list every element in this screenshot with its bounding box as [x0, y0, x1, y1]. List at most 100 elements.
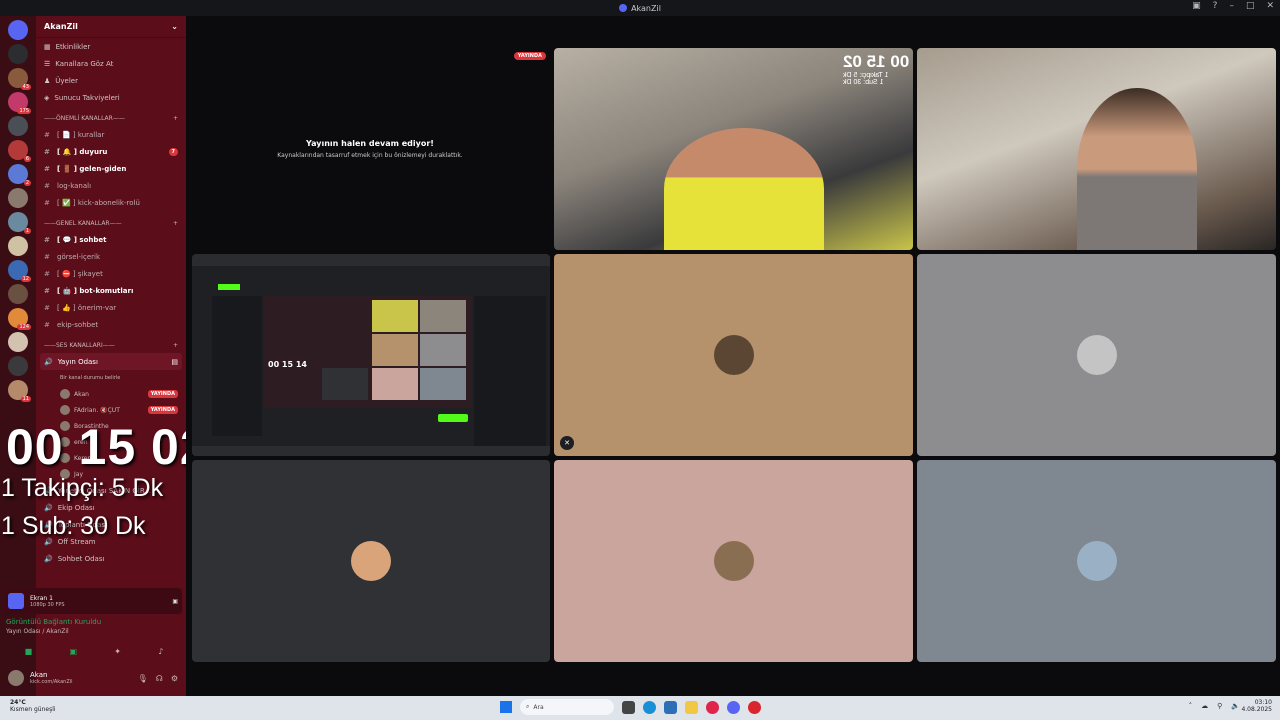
participant-tile-2[interactable]: [917, 254, 1276, 456]
stream-tile-paused[interactable]: YAYINDA Yayının halen devam ediyor! Kayn…: [190, 48, 550, 250]
soundboard-icon[interactable]: ♪: [158, 647, 163, 656]
text-channel[interactable]: # log-kanalı: [36, 177, 186, 194]
stop-stream-icon[interactable]: ▣: [172, 598, 178, 605]
opera-icon[interactable]: [706, 700, 719, 714]
channel-name: [ 📄 ] kurallar: [57, 130, 105, 139]
edge-icon[interactable]: [643, 700, 656, 714]
mini-timer: 00 15 14: [268, 360, 307, 369]
cloud-icon[interactable]: ☁: [1201, 702, 1208, 710]
server-icon[interactable]: 1: [8, 212, 31, 234]
close-button[interactable]: ✕: [1266, 1, 1274, 11]
text-channel[interactable]: # ekip-sohbet: [36, 316, 186, 333]
menu-events[interactable]: ▦ Etkinlikler: [36, 38, 186, 55]
menu-browse-channels[interactable]: ☰ Kanallara Göz At: [36, 55, 186, 72]
menu-members[interactable]: ♟ Üyeler: [36, 72, 186, 89]
camera-icon[interactable]: ■: [25, 647, 33, 656]
server-icon[interactable]: [8, 116, 28, 136]
participant-tile-4[interactable]: [554, 460, 913, 662]
server-icon[interactable]: 11: [8, 380, 31, 402]
paused-subtitle: Kaynaklarından tasarruf etmek için bu ön…: [277, 152, 463, 159]
server-icon[interactable]: 124: [8, 308, 31, 330]
volume-icon[interactable]: 🔈: [1231, 702, 1240, 710]
chat-icon[interactable]: ▤: [171, 358, 178, 366]
webcam-tile-akan[interactable]: 00 15 02 1 Takipçi: 5 Dk 1 Sub: 30 Dk: [554, 48, 913, 250]
server-icon[interactable]: 43: [8, 68, 31, 90]
windows-taskbar: 24°C Kısmen güneşli ⌕ Ara ˄ ☁ ⚲ 🔈 03:10 …: [0, 696, 1280, 720]
list-icon: ☰: [44, 59, 51, 68]
maximize-button[interactable]: □: [1246, 1, 1255, 11]
screen-share-panel[interactable]: Ekran 1 1080p 30 FPS ▣: [4, 588, 182, 614]
store-icon[interactable]: [664, 700, 677, 714]
activities-icon[interactable]: ✦: [114, 647, 121, 656]
settings-gear-icon[interactable]: ⚙: [171, 674, 178, 683]
category-important[interactable]: ——ÖNEMLİ KANALLAR—— +: [36, 106, 186, 126]
explorer-icon[interactable]: [685, 700, 698, 714]
add-channel-icon[interactable]: +: [173, 115, 178, 122]
text-channel[interactable]: # [ 💬 ] sohbet: [36, 231, 186, 248]
server-icon[interactable]: 175: [8, 92, 31, 114]
inbox-icon[interactable]: ▣: [1192, 1, 1201, 11]
server-icon[interactable]: [8, 20, 28, 40]
text-channel[interactable]: # [ 🤖 ] bot-komutları: [36, 282, 186, 299]
category-general[interactable]: ——GENEL KANALLAR—— +: [36, 211, 186, 231]
chevron-down-icon[interactable]: ⌄: [171, 22, 178, 31]
text-channel[interactable]: # [ 🚪 ] gelen-giden: [36, 160, 186, 177]
server-icon[interactable]: [8, 188, 28, 208]
category-voice[interactable]: ——SES KANALLARI—— +: [36, 333, 186, 353]
server-icon[interactable]: [8, 332, 28, 352]
taskbar-search[interactable]: ⌕ Ara: [520, 699, 614, 715]
server-icon[interactable]: [8, 356, 28, 376]
text-channel[interactable]: # [ ✅ ] kick-abonelik-rolü: [36, 194, 186, 211]
avatar: [60, 405, 70, 415]
menu-boosts[interactable]: ◈ Sunucu Takviyeleri: [36, 89, 186, 106]
text-channel[interactable]: # görsel-içerik: [36, 248, 186, 265]
server-icon[interactable]: [8, 284, 28, 304]
user-panel: Akan kick.com/AkanZil 🎙 ☊ ⚙: [4, 664, 182, 692]
add-channel-icon[interactable]: +: [173, 220, 178, 227]
microphone-icon[interactable]: 🎙: [138, 674, 148, 683]
help-icon[interactable]: ?: [1213, 1, 1218, 11]
voice-user[interactable]: FAdrian. 🔇ÇUT YAYINDA: [36, 402, 186, 418]
server-icon[interactable]: 12: [8, 260, 31, 282]
participant-tile-3[interactable]: [192, 460, 550, 662]
voice-channel-name: Sohbet Odası: [57, 554, 105, 563]
participant-tile-1[interactable]: ✕: [554, 254, 913, 456]
text-channel[interactable]: # [ 🔔 ] duyuru 7: [36, 143, 186, 160]
channel-name: [ 💬 ] sohbet: [57, 235, 107, 244]
taskbar-clock[interactable]: 03:10 4.08.2025: [1241, 699, 1272, 713]
system-tray: ˄ ☁ ⚲ 🔈: [1189, 702, 1240, 710]
hash-icon: #: [44, 235, 50, 244]
server-icon[interactable]: 6: [8, 140, 31, 162]
weather-widget[interactable]: 24°C Kısmen güneşli: [10, 699, 56, 713]
voice-status[interactable]: Bir kanal durumu belirle: [36, 370, 186, 386]
discord-icon[interactable]: [727, 700, 740, 714]
text-channel[interactable]: # [ 👍 ] önerim-var: [36, 299, 186, 316]
server-icon[interactable]: 2: [8, 164, 31, 186]
task-view-icon[interactable]: [622, 700, 635, 714]
start-icon[interactable]: [500, 701, 512, 713]
webcam-tile-fadrian[interactable]: [917, 48, 1276, 250]
add-channel-icon[interactable]: +: [173, 342, 178, 349]
headphones-icon[interactable]: ☊: [156, 674, 163, 683]
screen-share-icon[interactable]: ▣: [69, 647, 77, 656]
network-icon[interactable]: ⚲: [1217, 702, 1222, 710]
guild-header[interactable]: AkanZil ⌄: [36, 16, 186, 38]
screen-share-tile[interactable]: YAYINDA 00 15 14: [192, 254, 550, 456]
hash-icon: #: [44, 320, 50, 329]
hash-icon: #: [44, 164, 50, 173]
app-icon[interactable]: [748, 700, 761, 714]
server-badge: 2: [23, 180, 31, 186]
text-channel[interactable]: # [ 📄 ] kurallar: [36, 126, 186, 143]
hash-icon: #: [44, 130, 50, 139]
avatar[interactable]: [8, 670, 24, 686]
voice-channel[interactable]: 🔊 Sohbet Odası: [36, 550, 186, 567]
participant-tile-5[interactable]: [917, 460, 1276, 662]
minimize-button[interactable]: –: [1229, 1, 1234, 11]
server-icon[interactable]: [8, 44, 28, 64]
server-badge: 1: [23, 228, 31, 234]
voice-user[interactable]: Akan YAYINDA: [36, 386, 186, 402]
server-icon[interactable]: [8, 236, 28, 256]
voice-channel-active[interactable]: 🔊 Yayın Odası ▤: [40, 353, 182, 370]
text-channel[interactable]: # [ ⛔ ] şikayet: [36, 265, 186, 282]
chevron-up-icon[interactable]: ˄: [1189, 702, 1193, 710]
